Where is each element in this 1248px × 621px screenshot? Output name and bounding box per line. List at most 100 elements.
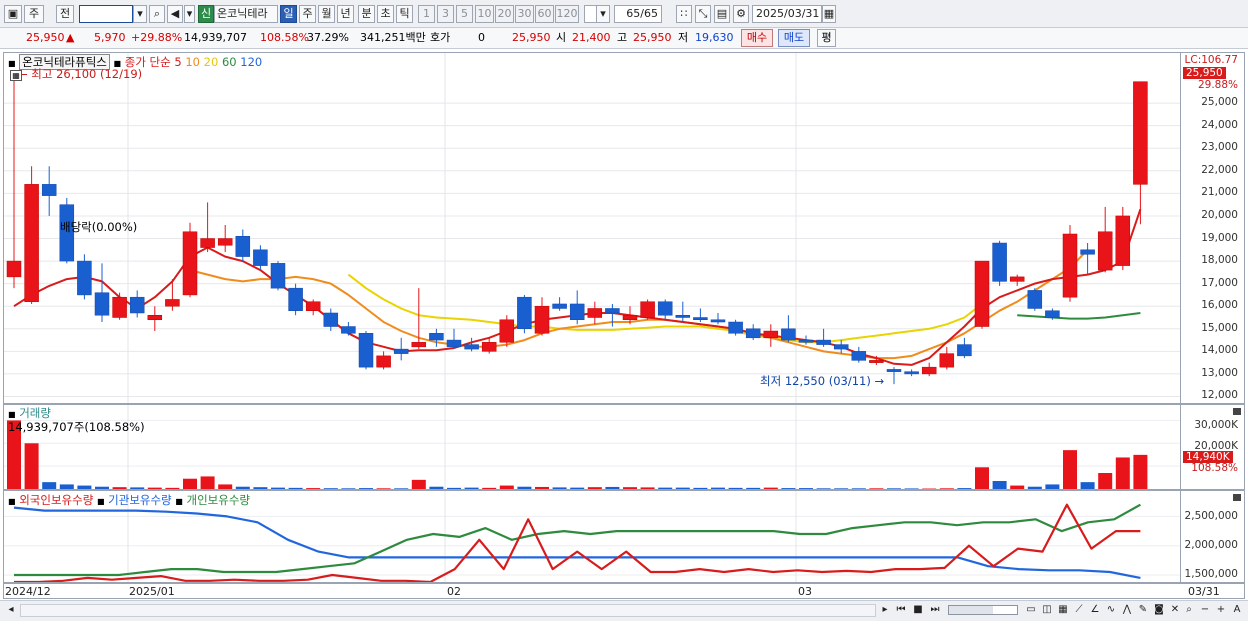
volume-bar [904,488,919,489]
candle-body [1080,249,1095,255]
xlabel-2024-12: 2024/12 [5,585,51,598]
volume-y-axis[interactable]: 30,000K 20,000K 14,940K 108.58% [1181,404,1245,490]
minute-10[interactable]: 10 [475,5,494,23]
crosshair-icon[interactable]: ⤡ [695,5,711,23]
prev-button[interactable]: 전 [56,5,74,23]
layout-grid-icon[interactable]: ▦ [1056,603,1070,618]
code-input[interactable]: 476060 [79,5,133,23]
count-input[interactable]: 65/65 [614,5,662,23]
layout-split-icon[interactable]: ◫ [1040,603,1054,618]
horizontal-scrollbar[interactable] [20,604,876,617]
speaker-dropdown-icon[interactable]: ▾ [184,5,195,23]
period-tick[interactable]: 틱 [396,5,413,23]
minute-5[interactable]: 5 [456,5,473,23]
panel-close-icon[interactable] [1233,494,1241,501]
save-icon[interactable]: ▤ [714,5,730,23]
candle-body [833,344,849,350]
magnifier-icon[interactable]: ⌕ [1182,603,1196,618]
type-select[interactable]: 주 [24,5,44,23]
holding-legend: ■ 외국인보유수량 ■ 기관보유수량 ■ 개인보유수량 [8,492,250,508]
volume-bar [746,487,761,489]
candle-body [1097,231,1113,271]
candle-body [323,312,339,327]
candle-body [1027,290,1043,309]
period-second[interactable]: 초 [377,5,394,23]
camera-icon[interactable]: ◙ [1152,603,1166,618]
fast-forward-icon[interactable]: ⏭ [928,603,942,618]
minute-1[interactable]: 1 [418,5,435,23]
link-icon[interactable]: ∷ [676,5,692,23]
minute-20[interactable]: 20 [495,5,514,23]
calendar-marker-icon[interactable]: ▦ [10,70,22,81]
period-year[interactable]: 년 [337,5,354,23]
legend-ma20: 20 [203,55,219,69]
price-panel[interactable]: ■ 온코닉테라퓨틱스 ■ 종가 단순 5 10 20 60 120 ← 최고 2… [3,52,1181,404]
minute-10-label: 10 [477,7,492,20]
delete-icon[interactable]: ✕ [1168,603,1182,618]
marker-tool-icon[interactable]: ✎ [1136,603,1150,618]
candle-body [24,184,39,302]
avg-button[interactable]: 평 [817,29,836,47]
zoom-in-icon[interactable]: + [1214,603,1228,618]
holding-y-axis[interactable]: 2,500,000 2,000,000 1,500,000 [1181,490,1245,583]
stop-icon[interactable]: ■ [911,603,925,618]
volume-bar [799,488,813,489]
fib-tool-icon[interactable]: ⋀ [1120,603,1134,618]
volume-bar [499,485,514,489]
zoom-out-icon[interactable]: − [1198,603,1212,618]
high-value: 25,950 [633,31,672,44]
font-size-icon[interactable]: A [1230,603,1244,618]
sin-badge: 신 [198,5,214,23]
holding-line-2 [14,503,1141,577]
price-ylabel: 24,000 [1201,118,1238,131]
search-icon[interactable]: ⌕ [149,5,165,23]
wave-tool-icon[interactable]: ∿ [1104,603,1118,618]
stock-name-field[interactable]: 온코닉테라 [214,5,278,23]
holding-panel[interactable]: ■ 외국인보유수량 ■ 기관보유수량 ■ 개인보유수량 [3,490,1181,583]
volume-bar [587,487,602,489]
candle-body [429,333,444,341]
candle-body [446,339,462,348]
price-ylabel: 15,000 [1201,321,1238,334]
layout-single-icon[interactable]: ▭ [1024,603,1038,618]
price-y-axis[interactable]: LC:106.77 25,950 29.88% 25,000 24,000 23,0… [1181,52,1245,404]
custom-period-dropdown-icon[interactable]: ▾ [596,5,610,23]
date-input[interactable]: 2025/03/31 [752,5,822,23]
period-minute[interactable]: 분 [358,5,375,23]
zoom-slider[interactable] [948,605,1018,615]
candle-body [94,292,110,316]
minute-30[interactable]: 30 [515,5,534,23]
angle-tool-icon[interactable]: ∠ [1088,603,1102,618]
calendar-icon[interactable]: ▦ [822,5,836,23]
trend-tool-icon[interactable]: ⟋ [1072,603,1086,618]
period-day[interactable]: 일 [280,5,297,23]
minute-60[interactable]: 60 [535,5,554,23]
volume-chart[interactable] [4,405,1180,489]
scroll-left-icon[interactable]: ◂ [4,603,18,618]
candle-body [200,238,215,248]
period-month[interactable]: 월 [318,5,335,23]
price-ylabel: 21,000 [1201,186,1238,199]
sell-button[interactable]: 매도 [778,29,810,47]
settings-gear-icon[interactable]: ⚙ [733,5,749,23]
buy-label: 매수 [746,31,768,44]
window-icon[interactable]: ▣ [4,5,22,23]
volume-bar [939,488,954,489]
candle-body [1133,81,1148,185]
buy-button[interactable]: 매수 [741,29,773,47]
minute-3[interactable]: 3 [437,5,454,23]
period-week[interactable]: 주 [299,5,316,23]
code-dropdown-icon[interactable]: ▾ [133,5,147,23]
low-value: 19,630 [695,31,734,44]
candle-body [763,330,779,339]
speaker-icon[interactable]: ◀ [167,5,183,23]
panel-close-icon[interactable] [1233,408,1241,415]
candle-body [270,263,286,289]
open-label: 시 [556,31,567,44]
price-chart[interactable] [4,53,1180,403]
volume-bar [1027,486,1042,489]
minute-120[interactable]: 120 [555,5,579,23]
rewind-icon[interactable]: ⏮ [894,603,908,618]
scroll-right-icon[interactable]: ▸ [878,603,892,618]
volume-panel[interactable]: ■ 거래량 14,939,707주(108.58%) [3,404,1181,490]
